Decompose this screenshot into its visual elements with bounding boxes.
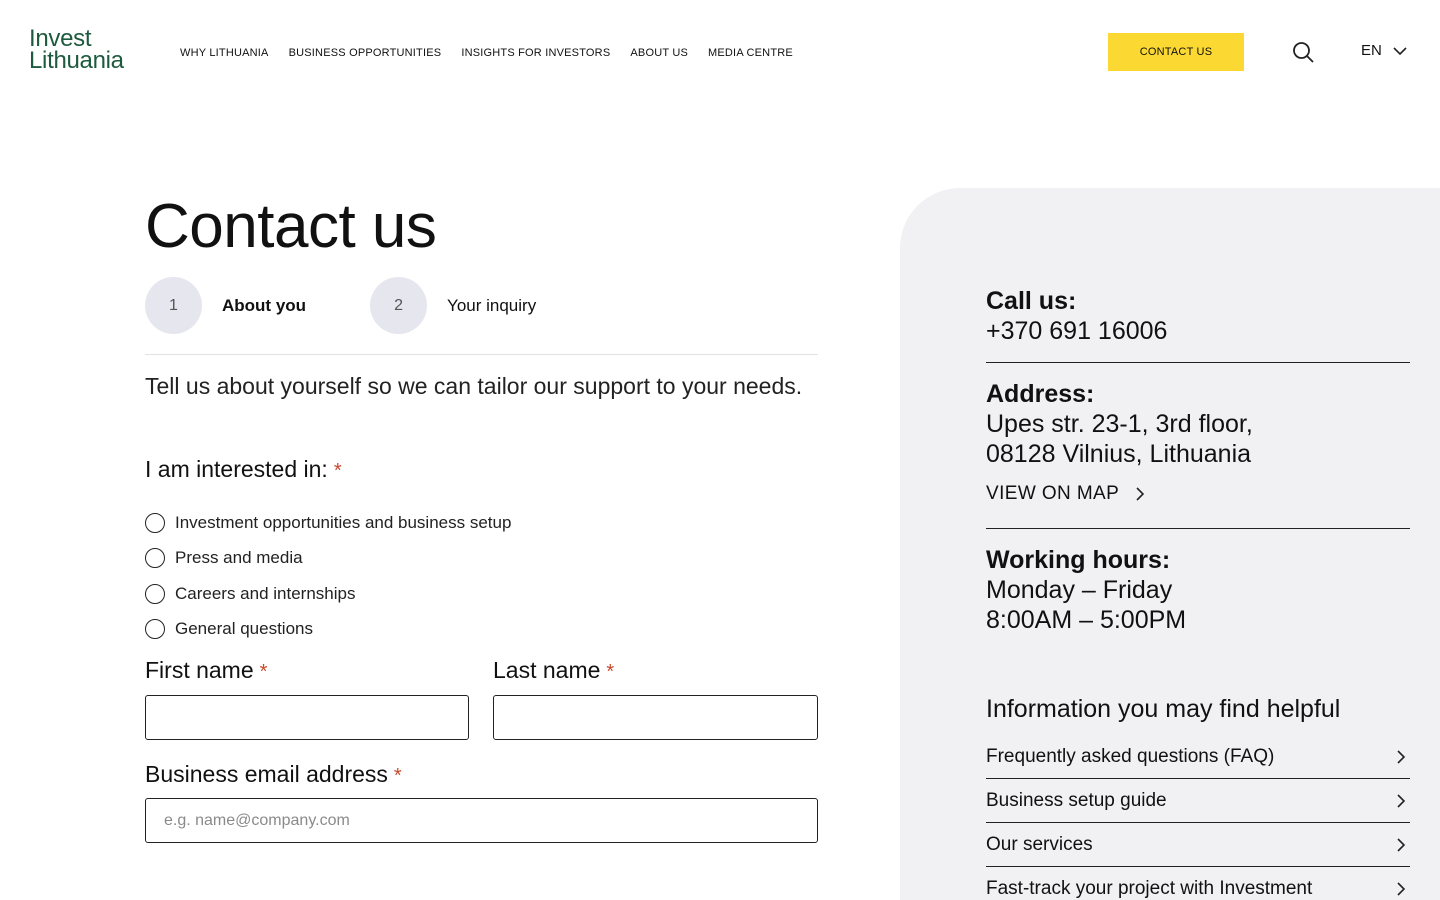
link-label: Frequently asked questions (FAQ)	[986, 745, 1275, 767]
info-divider	[986, 362, 1410, 363]
chevron-right-icon	[1397, 749, 1406, 764]
last-name-input[interactable]	[493, 695, 818, 740]
nav-insights-for-investors[interactable]: INSIGHTS FOR INVESTORS	[461, 47, 610, 59]
radio-label: Press and media	[175, 548, 303, 568]
required-marker: *	[606, 661, 615, 683]
step-your-inquiry: 2 Your inquiry	[370, 277, 536, 334]
first-name-label-text: First name	[145, 657, 254, 683]
address-line-2: 08128 Vilnius, Lithuania	[986, 440, 1252, 468]
radio-button[interactable]	[145, 583, 165, 604]
last-name-label: Last name *	[493, 657, 614, 684]
required-marker: *	[259, 661, 268, 683]
radio-label: Careers and internships	[175, 583, 356, 603]
step-label: About you	[222, 295, 307, 315]
step-number: 1	[145, 277, 202, 334]
email-label: Business email address *	[145, 761, 402, 788]
chevron-right-icon	[1136, 487, 1145, 501]
logo-line-2: Lithuania	[29, 47, 124, 74]
invest-lithuania-logo[interactable]: Invest Lithuania	[29, 27, 124, 74]
view-on-map-link[interactable]: VIEW ON MAP	[986, 483, 1410, 505]
nav-business-opportunities[interactable]: BUSINESS OPPORTUNITIES	[289, 47, 442, 59]
form-steps: 1 About you 2 Your inquiry	[145, 277, 536, 334]
radio-careers-and-internships[interactable]: Careers and internships	[145, 576, 511, 612]
radio-button[interactable]	[145, 548, 165, 569]
site-header: Invest Lithuania WHY LITHUANIA BUSINESS …	[0, 0, 1440, 104]
call-us-label: Call us:	[986, 287, 1077, 315]
working-hours-label: Working hours:	[986, 546, 1171, 574]
language-label: EN	[1361, 42, 1382, 59]
interest-label-text: I am interested in:	[145, 456, 328, 482]
nav-about-us[interactable]: ABOUT US	[630, 47, 688, 59]
link-label: Fast-track your project with Investment	[986, 878, 1313, 899]
first-name-label: First name *	[145, 657, 267, 684]
step-label: Your inquiry	[447, 295, 537, 315]
view-on-map-label: VIEW ON MAP	[986, 483, 1120, 504]
chevron-right-icon	[1397, 882, 1406, 896]
interest-options: Investment opportunities and business se…	[145, 505, 511, 647]
email-input[interactable]	[145, 798, 818, 843]
nav-media-centre[interactable]: MEDIA CENTRE	[708, 47, 793, 59]
chevron-right-icon	[1397, 837, 1406, 852]
link-label: Our services	[986, 833, 1093, 855]
working-time: 8:00AM – 5:00PM	[986, 606, 1187, 634]
radio-general-questions[interactable]: General questions	[145, 612, 511, 648]
radio-button[interactable]	[145, 619, 165, 640]
phone-number[interactable]: +370 691 16006	[986, 316, 1410, 346]
chevron-right-icon	[1397, 793, 1406, 808]
link-label: Business setup guide	[986, 789, 1167, 811]
radio-press-and-media[interactable]: Press and media	[145, 541, 511, 577]
chevron-down-icon	[1393, 46, 1407, 55]
required-marker: *	[393, 765, 402, 787]
address-label: Address:	[986, 380, 1095, 408]
radio-button[interactable]	[145, 512, 165, 533]
contact-us-button[interactable]: CONTACT US	[1108, 33, 1244, 71]
working-hours-block: Working hours: Monday – Friday 8:00AM – …	[986, 545, 1410, 635]
contact-info-panel: Call us: +370 691 16006 Address: Upes st…	[900, 188, 1440, 900]
nav-why-lithuania[interactable]: WHY LITHUANIA	[180, 47, 269, 59]
radio-investment-opportunities[interactable]: Investment opportunities and business se…	[145, 505, 511, 541]
radio-label: General questions	[175, 619, 313, 639]
page-title: Contact us	[145, 192, 437, 261]
link-our-services[interactable]: Our services	[986, 823, 1410, 867]
form-intro: Tell us about yourself so we can tailor …	[145, 373, 803, 399]
last-name-label-text: Last name	[493, 657, 601, 683]
language-selector[interactable]: EN	[1361, 42, 1408, 59]
link-faq[interactable]: Frequently asked questions (FAQ)	[986, 735, 1410, 779]
address-line-1: Upes str. 23-1, 3rd floor,	[986, 410, 1253, 438]
info-divider	[986, 528, 1410, 529]
email-label-text: Business email address	[145, 761, 388, 787]
working-days: Monday – Friday	[986, 576, 1173, 604]
address-block: Address: Upes str. 23-1, 3rd floor, 0812…	[986, 379, 1410, 505]
step-number: 2	[370, 277, 428, 334]
search-icon[interactable]	[1291, 40, 1315, 64]
radio-label: Investment opportunities and business se…	[175, 512, 512, 532]
helpful-info-title: Information you may find helpful	[986, 695, 1341, 723]
required-marker: *	[333, 460, 342, 482]
first-name-input[interactable]	[145, 695, 469, 740]
steps-divider	[145, 354, 818, 355]
link-fast-track[interactable]: Fast-track your project with Investment	[986, 867, 1410, 900]
link-business-setup-guide[interactable]: Business setup guide	[986, 779, 1410, 823]
call-us-block: Call us: +370 691 16006	[986, 286, 1410, 346]
main-nav: WHY LITHUANIA BUSINESS OPPORTUNITIES INS…	[180, 47, 793, 59]
step-about-you: 1 About you	[145, 277, 306, 334]
interest-label: I am interested in: *	[145, 456, 342, 483]
